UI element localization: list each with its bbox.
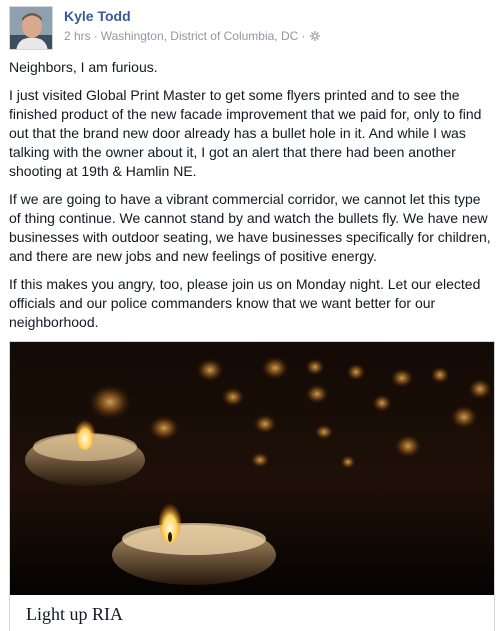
link-attachment[interactable]: Light up RIA xyxy=(9,341,495,631)
attachment-title[interactable]: Light up RIA xyxy=(26,604,123,625)
meta-separator: · xyxy=(301,29,306,43)
post-location[interactable]: Washington, District of Columbia, DC xyxy=(101,29,299,43)
post-paragraph: Neighbors, I am furious. xyxy=(9,59,158,75)
author-name[interactable]: Kyle Todd xyxy=(64,8,131,24)
post-body: Neighbors, I am furious. I just visited … xyxy=(9,58,493,341)
gear-icon[interactable] xyxy=(310,30,321,41)
post-time[interactable]: 2 hrs xyxy=(64,29,91,43)
post-paragraph: I just visited Global Print Master to ge… xyxy=(9,87,482,179)
post-meta: 2 hrs · Washington, District of Columbia, … xyxy=(64,29,321,43)
post-paragraph: If this makes you angry, too, please joi… xyxy=(9,276,481,330)
avatar[interactable] xyxy=(9,6,53,50)
post-paragraph: If we are going to have a vibrant commer… xyxy=(9,191,491,264)
candles-image[interactable] xyxy=(10,342,494,595)
meta-separator: · xyxy=(93,29,98,43)
attachment-caption-area[interactable]: Light up RIA xyxy=(10,595,494,631)
avatar-photo xyxy=(10,7,52,49)
post-header: Kyle Todd 2 hrs · Washington, District of … xyxy=(9,6,489,54)
